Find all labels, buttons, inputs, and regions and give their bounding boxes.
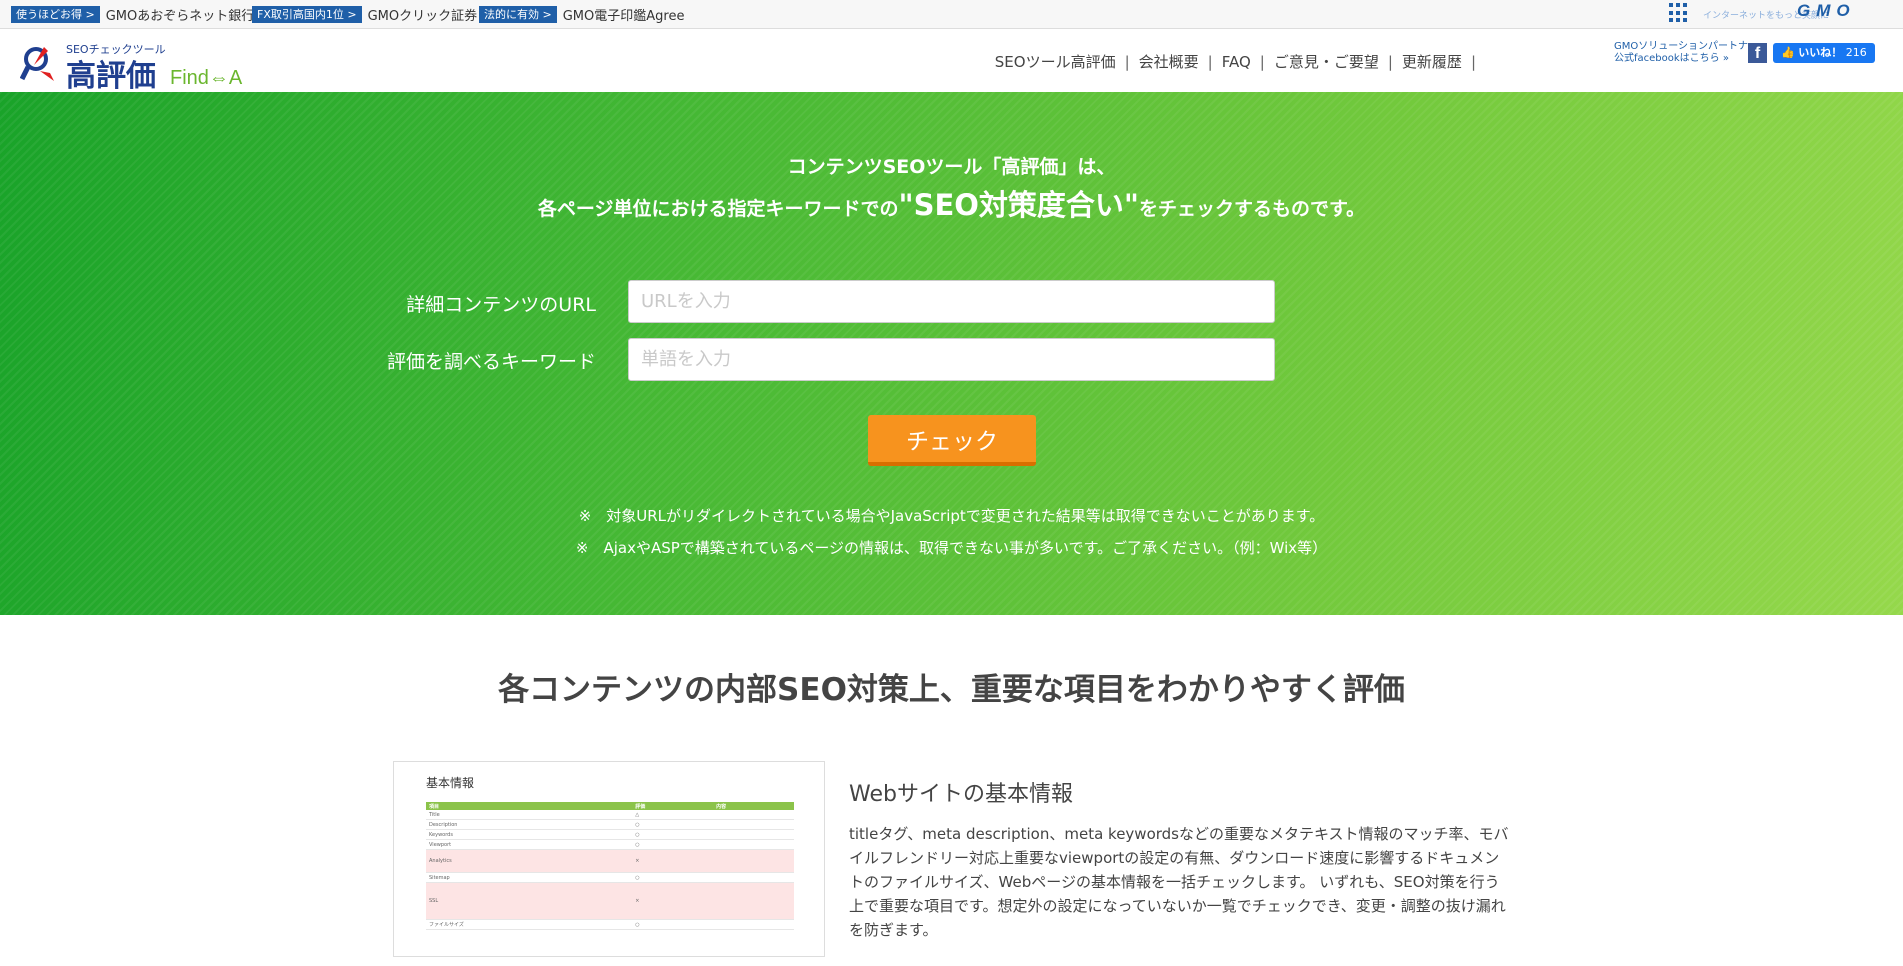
thumb-cell — [713, 819, 794, 830]
partner-line2: 公式facebookはこちら » — [1614, 53, 1729, 64]
keyword-label: 評価を調べるキーワード — [386, 351, 596, 373]
thumb-cell: ○ — [632, 819, 714, 830]
thumb-row: Description ○ — [426, 819, 794, 830]
thumb-cell — [713, 839, 794, 850]
like-label: いいね！ — [1798, 46, 1843, 59]
thumb-table: 項目 評価 内容 Title △ Description ○ Keywords ○ V… — [426, 802, 794, 930]
thumb-cell — [713, 882, 794, 920]
thumb-row: Viewport ○ — [426, 839, 794, 850]
nav-link-seo-tool[interactable]: SEOツール高評価 — [995, 51, 1116, 72]
facebook-like-button[interactable]: 👍 いいね！ 216 — [1773, 43, 1875, 63]
section-title: 各コンテンツの内部SEO対策上、重要な項目をわかりやすく評価 — [498, 672, 1405, 708]
promo-tag: FX取引高国内1位 > — [252, 5, 362, 23]
thumb-cell: × — [632, 882, 714, 920]
hero-note-redirect: ※ 対象URLがリダイレクトされている場合やJavaScriptで変更された結果… — [578, 507, 1325, 525]
logo-magnifier-icon — [20, 47, 54, 81]
nav-separator: | — [1124, 52, 1130, 71]
nav-separator: | — [1207, 52, 1213, 71]
nav-link-feedback[interactable]: ご意見・ご要望 — [1274, 51, 1379, 72]
thumb-cell: Keywords — [426, 829, 633, 840]
partner-line1: GMOソリューションパートナー — [1614, 41, 1759, 52]
promo-tag: 法的に有効 > — [479, 5, 557, 23]
hero-intro-line2: 各ページ単位における指定キーワードでの"SEO対策度合い"をチェックするものです… — [0, 182, 1903, 224]
thumb-row: Analytics × — [426, 849, 794, 873]
thumb-title: 基本情報 — [426, 776, 475, 790]
thumb-cell: SSL — [426, 882, 633, 920]
thumb-cell: Title — [426, 810, 633, 820]
promo-link-click[interactable]: FX取引高国内1位 > GMOクリック証券 — [252, 5, 478, 24]
thumb-cell: Description — [426, 819, 633, 830]
nav-separator: | — [1259, 52, 1265, 71]
thumb-header: 項目 — [426, 802, 633, 810]
hero-intro-line1: コンテンツSEOツール「高評価」は、 — [787, 156, 1116, 178]
thumb-cell: ○ — [632, 919, 714, 930]
logo-title: 高評価 — [66, 59, 156, 94]
thumb-row: SSL × — [426, 882, 794, 920]
nav-link-changelog[interactable]: 更新履歴 — [1402, 51, 1462, 72]
thumb-cell — [713, 849, 794, 873]
logo-find: Find⇔A — [170, 67, 243, 89]
basic-info-screenshot: 基本情報 項目 評価 内容 Title △ Description ○ Keywor… — [393, 761, 825, 957]
site-header: SEOチェックツール 高評価 Find⇔A SEOツール高評価 | 会社概要 |… — [0, 29, 1903, 94]
check-button[interactable]: チェック — [868, 415, 1036, 466]
nav-link-faq[interactable]: FAQ — [1222, 53, 1251, 71]
intro-emphasis: "SEO対策度合い" — [898, 188, 1140, 222]
thumb-cell: Sitemap — [426, 872, 633, 883]
thumb-row: Keywords ○ — [426, 829, 794, 840]
thumb-cell: ○ — [632, 872, 714, 883]
gmo-logo[interactable]: GMO — [1797, 1, 1856, 21]
intro-post: をチェックするものです。 — [1139, 198, 1366, 220]
url-input[interactable] — [628, 280, 1275, 323]
thumb-cell — [713, 810, 794, 820]
apps-grid-icon[interactable] — [1669, 3, 1689, 23]
thumb-cell: △ — [632, 810, 714, 820]
thumb-header: 評価 — [632, 802, 714, 810]
thumb-header: 内容 — [713, 802, 794, 810]
feature-title: Webサイトの基本情報 — [849, 782, 1073, 807]
thumb-cell — [713, 919, 794, 930]
promo-text: GMOクリック証券 — [367, 8, 478, 24]
promo-text: GMOあおぞらネット銀行 — [105, 8, 255, 24]
thumb-cell: ○ — [632, 829, 714, 840]
promo-link-agree[interactable]: 法的に有効 > GMO電子印鑑Agree — [479, 5, 685, 24]
gmo-group-bar: 使うほどお得 > GMOあおぞらネット銀行 FX取引高国内1位 > GMOクリッ… — [0, 0, 1903, 29]
promo-text: GMO電子印鑑Agree — [562, 8, 685, 24]
thumb-row: ファイルサイズ ○ — [426, 919, 794, 930]
thumb-row: Title △ — [426, 810, 794, 820]
promo-tag: 使うほどお得 > — [11, 5, 100, 23]
like-count: 216 — [1845, 46, 1867, 59]
facebook-icon[interactable]: f — [1748, 43, 1767, 63]
hero-check-form: コンテンツSEOツール「高評価」は、 各ページ単位における指定キーワードでの"S… — [0, 92, 1903, 615]
url-label: 詳細コンテンツのURL — [406, 294, 596, 316]
feature-description: titleタグ、meta description、meta keywordsなど… — [849, 825, 1509, 939]
thumb-cell: ファイルサイズ — [426, 919, 633, 930]
partner-facebook-link[interactable]: GMOソリューションパートナー 公式facebookはこちら » — [1614, 41, 1758, 65]
nav-separator: | — [1470, 52, 1476, 71]
thumb-cell — [713, 829, 794, 840]
promo-link-aozora[interactable]: 使うほどお得 > GMOあおぞらネット銀行 — [11, 5, 255, 24]
intro-pre: 各ページ単位における指定キーワードでの — [537, 198, 899, 220]
nav-link-company[interactable]: 会社概要 — [1139, 51, 1199, 72]
thumb-cell: × — [632, 849, 714, 873]
thumbs-up-icon: 👍 — [1781, 46, 1795, 59]
thumb-cell — [713, 872, 794, 883]
main-nav: SEOツール高評価 | 会社概要 | FAQ | ご意見・ご要望 | 更新履歴 … — [995, 51, 1485, 72]
thumb-row: Sitemap ○ — [426, 872, 794, 883]
thumb-cell: Analytics — [426, 849, 633, 873]
thumb-header-row: 項目 評価 内容 — [426, 802, 794, 810]
keyword-input[interactable] — [628, 338, 1275, 381]
thumb-cell: Viewport — [426, 839, 633, 850]
nav-separator: | — [1387, 52, 1393, 71]
thumb-cell: ○ — [632, 839, 714, 850]
site-logo[interactable]: SEOチェックツール 高評価 Find⇔A — [18, 37, 278, 94]
hero-note-ajax: ※ AjaxやASPで構築されているページの情報は、取得できない事が多いです。ご… — [575, 539, 1328, 557]
